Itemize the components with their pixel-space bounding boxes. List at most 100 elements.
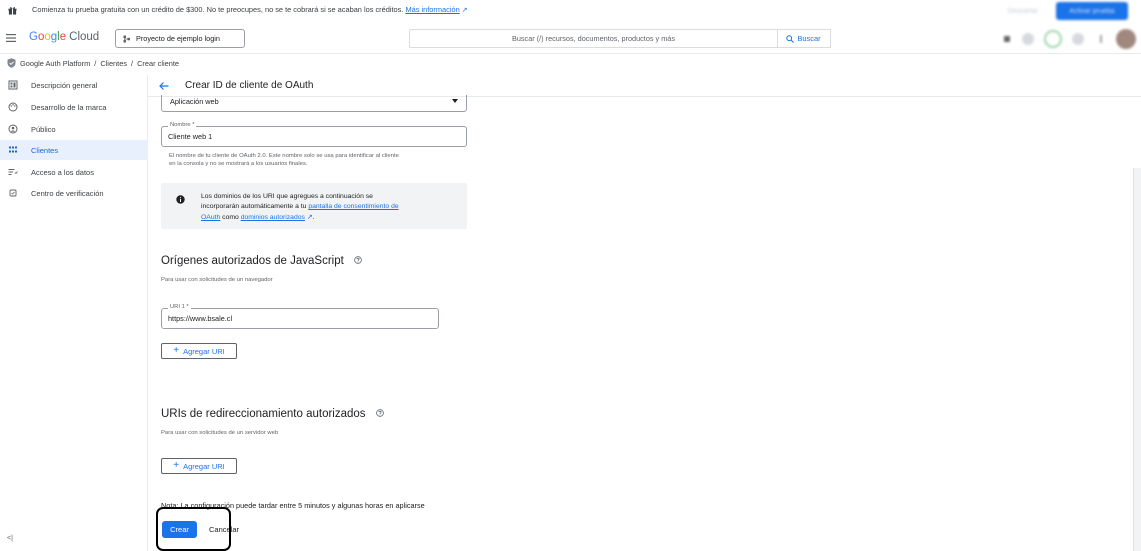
verified-box-icon: [9, 189, 17, 197]
js-origins-title-text: Orígenes autorizados de JavaScript: [161, 255, 344, 267]
promo-dismiss-button[interactable]: Descartar: [996, 3, 1050, 19]
plus-icon: +: [173, 460, 180, 471]
uri-1-input[interactable]: [168, 314, 417, 323]
google-cloud-logo[interactable]: Google Cloud: [29, 31, 99, 43]
project-name: Proyecto de ejemplo login: [136, 34, 220, 43]
sidebar-item-branding[interactable]: Desarrollo de la marca: [0, 97, 148, 117]
add-redirect-uri-button[interactable]: + Agregar URI: [161, 458, 237, 474]
sidebar-item-label: Clientes: [31, 146, 59, 155]
sidebar-item-data-access[interactable]: Acceso a los datos: [0, 162, 148, 182]
info-text: .: [312, 213, 315, 221]
client-name-input[interactable]: [168, 132, 442, 141]
sidebar-item-label: Centro de verificación: [31, 189, 104, 198]
search-input[interactable]: [410, 30, 777, 47]
info-text: como: [220, 213, 241, 221]
palette-icon: [8, 102, 18, 112]
notifications-icon[interactable]: [1022, 33, 1034, 45]
js-origins-help: Para usar con solicitudes de un navegado…: [161, 277, 273, 283]
add-js-origin-uri-button[interactable]: + Agregar URI: [161, 343, 237, 359]
consent-screen-link-cont[interactable]: OAuth: [201, 214, 220, 221]
breadcrumb-separator: /: [94, 58, 97, 68]
sidebar-item-overview[interactable]: Descripción general: [0, 75, 148, 95]
back-arrow-icon[interactable]: [158, 80, 170, 92]
search-button-label: Buscar: [797, 34, 821, 43]
hamburger-menu-icon[interactable]: [6, 33, 16, 43]
client-name-help: El nombre de tu cliente de OAuth 2.0. Es…: [169, 152, 399, 168]
shield-icon: [7, 58, 16, 68]
gift-icon: [8, 6, 17, 15]
help-icon[interactable]: [1072, 33, 1084, 45]
sidebar-item-label: Descripción general: [31, 81, 98, 90]
page-title: Crear ID de cliente de OAuth: [185, 80, 314, 91]
promo-banner: Comienza tu prueba gratuita con un crédi…: [0, 0, 1141, 22]
breadcrumb-item-auth-platform[interactable]: Google Auth Platform: [20, 59, 90, 68]
info-callout: Los dominios de los URI que agregues a c…: [161, 183, 467, 229]
add-uri-label: Agregar URI: [183, 346, 225, 356]
authorized-domains-link[interactable]: dominios autorizados: [241, 214, 305, 221]
promo-message: Comienza tu prueba gratuita con un crédi…: [32, 5, 404, 14]
sidebar-item-label: Acceso a los datos: [31, 168, 94, 177]
sidebar: Descripción general Desarrollo de la mar…: [0, 75, 148, 551]
collapse-sidebar-button[interactable]: <|: [7, 535, 13, 542]
dashboard-icon: [8, 80, 18, 90]
sidebar-item-label: Público: [31, 125, 56, 134]
redirect-uris-title-text: URIs de redireccionamiento autorizados: [161, 408, 366, 420]
dropdown-caret-icon: [452, 99, 458, 103]
scrollbar[interactable]: [1133, 168, 1141, 551]
main-content: Aplicación web Nombre * El nombre de tu …: [148, 95, 1133, 551]
sidebar-item-clients[interactable]: Clientes: [0, 140, 148, 160]
client-name-label: Nombre *: [168, 122, 197, 128]
search-box: [409, 29, 778, 48]
redirect-uris-help: Para usar con solicitudes de un servidor…: [161, 430, 279, 436]
logo-letter: G: [29, 31, 38, 43]
help-circle-icon[interactable]: [354, 256, 362, 264]
search-button[interactable]: Buscar: [777, 29, 831, 48]
search-icon: [786, 34, 795, 43]
filter-list-icon: [8, 169, 18, 175]
more-options-icon[interactable]: [1100, 35, 1102, 43]
add-uri-label: Agregar URI: [183, 461, 225, 471]
uri-1-label: URI 1 *: [168, 304, 191, 310]
plus-icon: +: [173, 345, 180, 356]
promo-text: Comienza tu prueba gratuita con un crédi…: [32, 5, 468, 14]
sidebar-item-verification-center[interactable]: Centro de verificación: [0, 183, 148, 203]
external-link-icon: ↗: [461, 7, 468, 14]
breadcrumb: Google Auth Platform / Clientes / Crear …: [7, 56, 179, 70]
page-header: Crear ID de cliente de OAuth: [148, 75, 1141, 97]
info-callout-text: Los dominios de los URI que agregues a c…: [201, 192, 399, 223]
application-type-select[interactable]: Aplicación web: [161, 95, 467, 112]
gemini-icon[interactable]: [1004, 36, 1010, 42]
logo-product-name: Cloud: [69, 31, 100, 43]
info-icon: [176, 195, 185, 204]
project-tree-icon: [123, 35, 130, 42]
cloud-shell-icon[interactable]: [1044, 30, 1062, 48]
breadcrumb-separator: /: [131, 58, 134, 68]
top-right-toolbar: [996, 28, 1138, 50]
consent-screen-link[interactable]: pantalla de consentimiento de: [308, 203, 398, 210]
help-circle-icon[interactable]: [375, 409, 384, 417]
highlight-annotation: [156, 507, 231, 551]
breadcrumb-item-create-client: Crear cliente: [137, 58, 179, 68]
grid-icon: [9, 146, 17, 153]
avatar[interactable]: [1116, 29, 1136, 49]
logo-letter: e: [59, 31, 67, 43]
sidebar-item-label: Desarrollo de la marca: [31, 103, 107, 112]
info-text: incorporarán automáticamente a tu: [201, 203, 309, 211]
help-line: en la consola y no se mostrará a los usu…: [169, 161, 308, 167]
client-name-field: Nombre *: [161, 122, 467, 147]
top-header: Google Cloud Proyecto de ejemplo login Bu…: [0, 24, 1141, 54]
promo-activate-button[interactable]: Activar prueba: [1056, 2, 1128, 20]
uri-1-field: URI 1 *: [161, 304, 439, 329]
redirect-uris-title: URIs de redireccionamiento autorizados: [161, 408, 384, 420]
info-line: OAuth como dominios autorizados ↗.: [201, 213, 399, 223]
application-type-value: Aplicación web: [170, 97, 219, 106]
js-origins-title: Orígenes autorizados de JavaScript: [161, 255, 362, 267]
project-selector-button[interactable]: Proyecto de ejemplo login: [115, 29, 245, 48]
promo-more-info-link[interactable]: Más información: [405, 5, 459, 14]
sidebar-item-audience[interactable]: Público: [0, 119, 148, 139]
info-line: incorporarán automáticamente a tu pantal…: [201, 202, 399, 212]
help-line: El nombre de tu cliente de OAuth 2.0. Es…: [169, 153, 399, 159]
breadcrumb-item-clients[interactable]: Clientes: [100, 59, 127, 68]
person-icon: [8, 124, 18, 134]
info-line: Los dominios de los URI que agregues a c…: [201, 193, 373, 200]
